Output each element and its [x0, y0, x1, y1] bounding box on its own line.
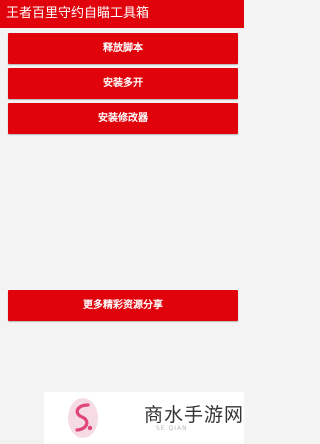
install-multi-button[interactable]: 安装多开 [8, 68, 238, 99]
shangshui-logo-icon [68, 398, 98, 438]
install-modifier-button[interactable]: 安装修改器 [8, 103, 238, 134]
site-watermark: 商水手游网 SE QIAN [44, 392, 244, 444]
app-title: 王者百里守约自瞄工具箱 [6, 6, 150, 21]
app-title-bar: 王者百里守约自瞄工具箱 [0, 0, 244, 28]
watermark-text: 商水手游网 [144, 404, 245, 426]
more-resources-button[interactable]: 更多精彩资源分享 [8, 290, 238, 321]
watermark-subtext: SE QIAN [156, 425, 188, 432]
release-script-button[interactable]: 释放脚本 [8, 33, 238, 64]
app-screen: 王者百里守约自瞄工具箱 释放脚本 安装多开 安装修改器 更多精彩资源分享 商水手… [0, 0, 244, 444]
